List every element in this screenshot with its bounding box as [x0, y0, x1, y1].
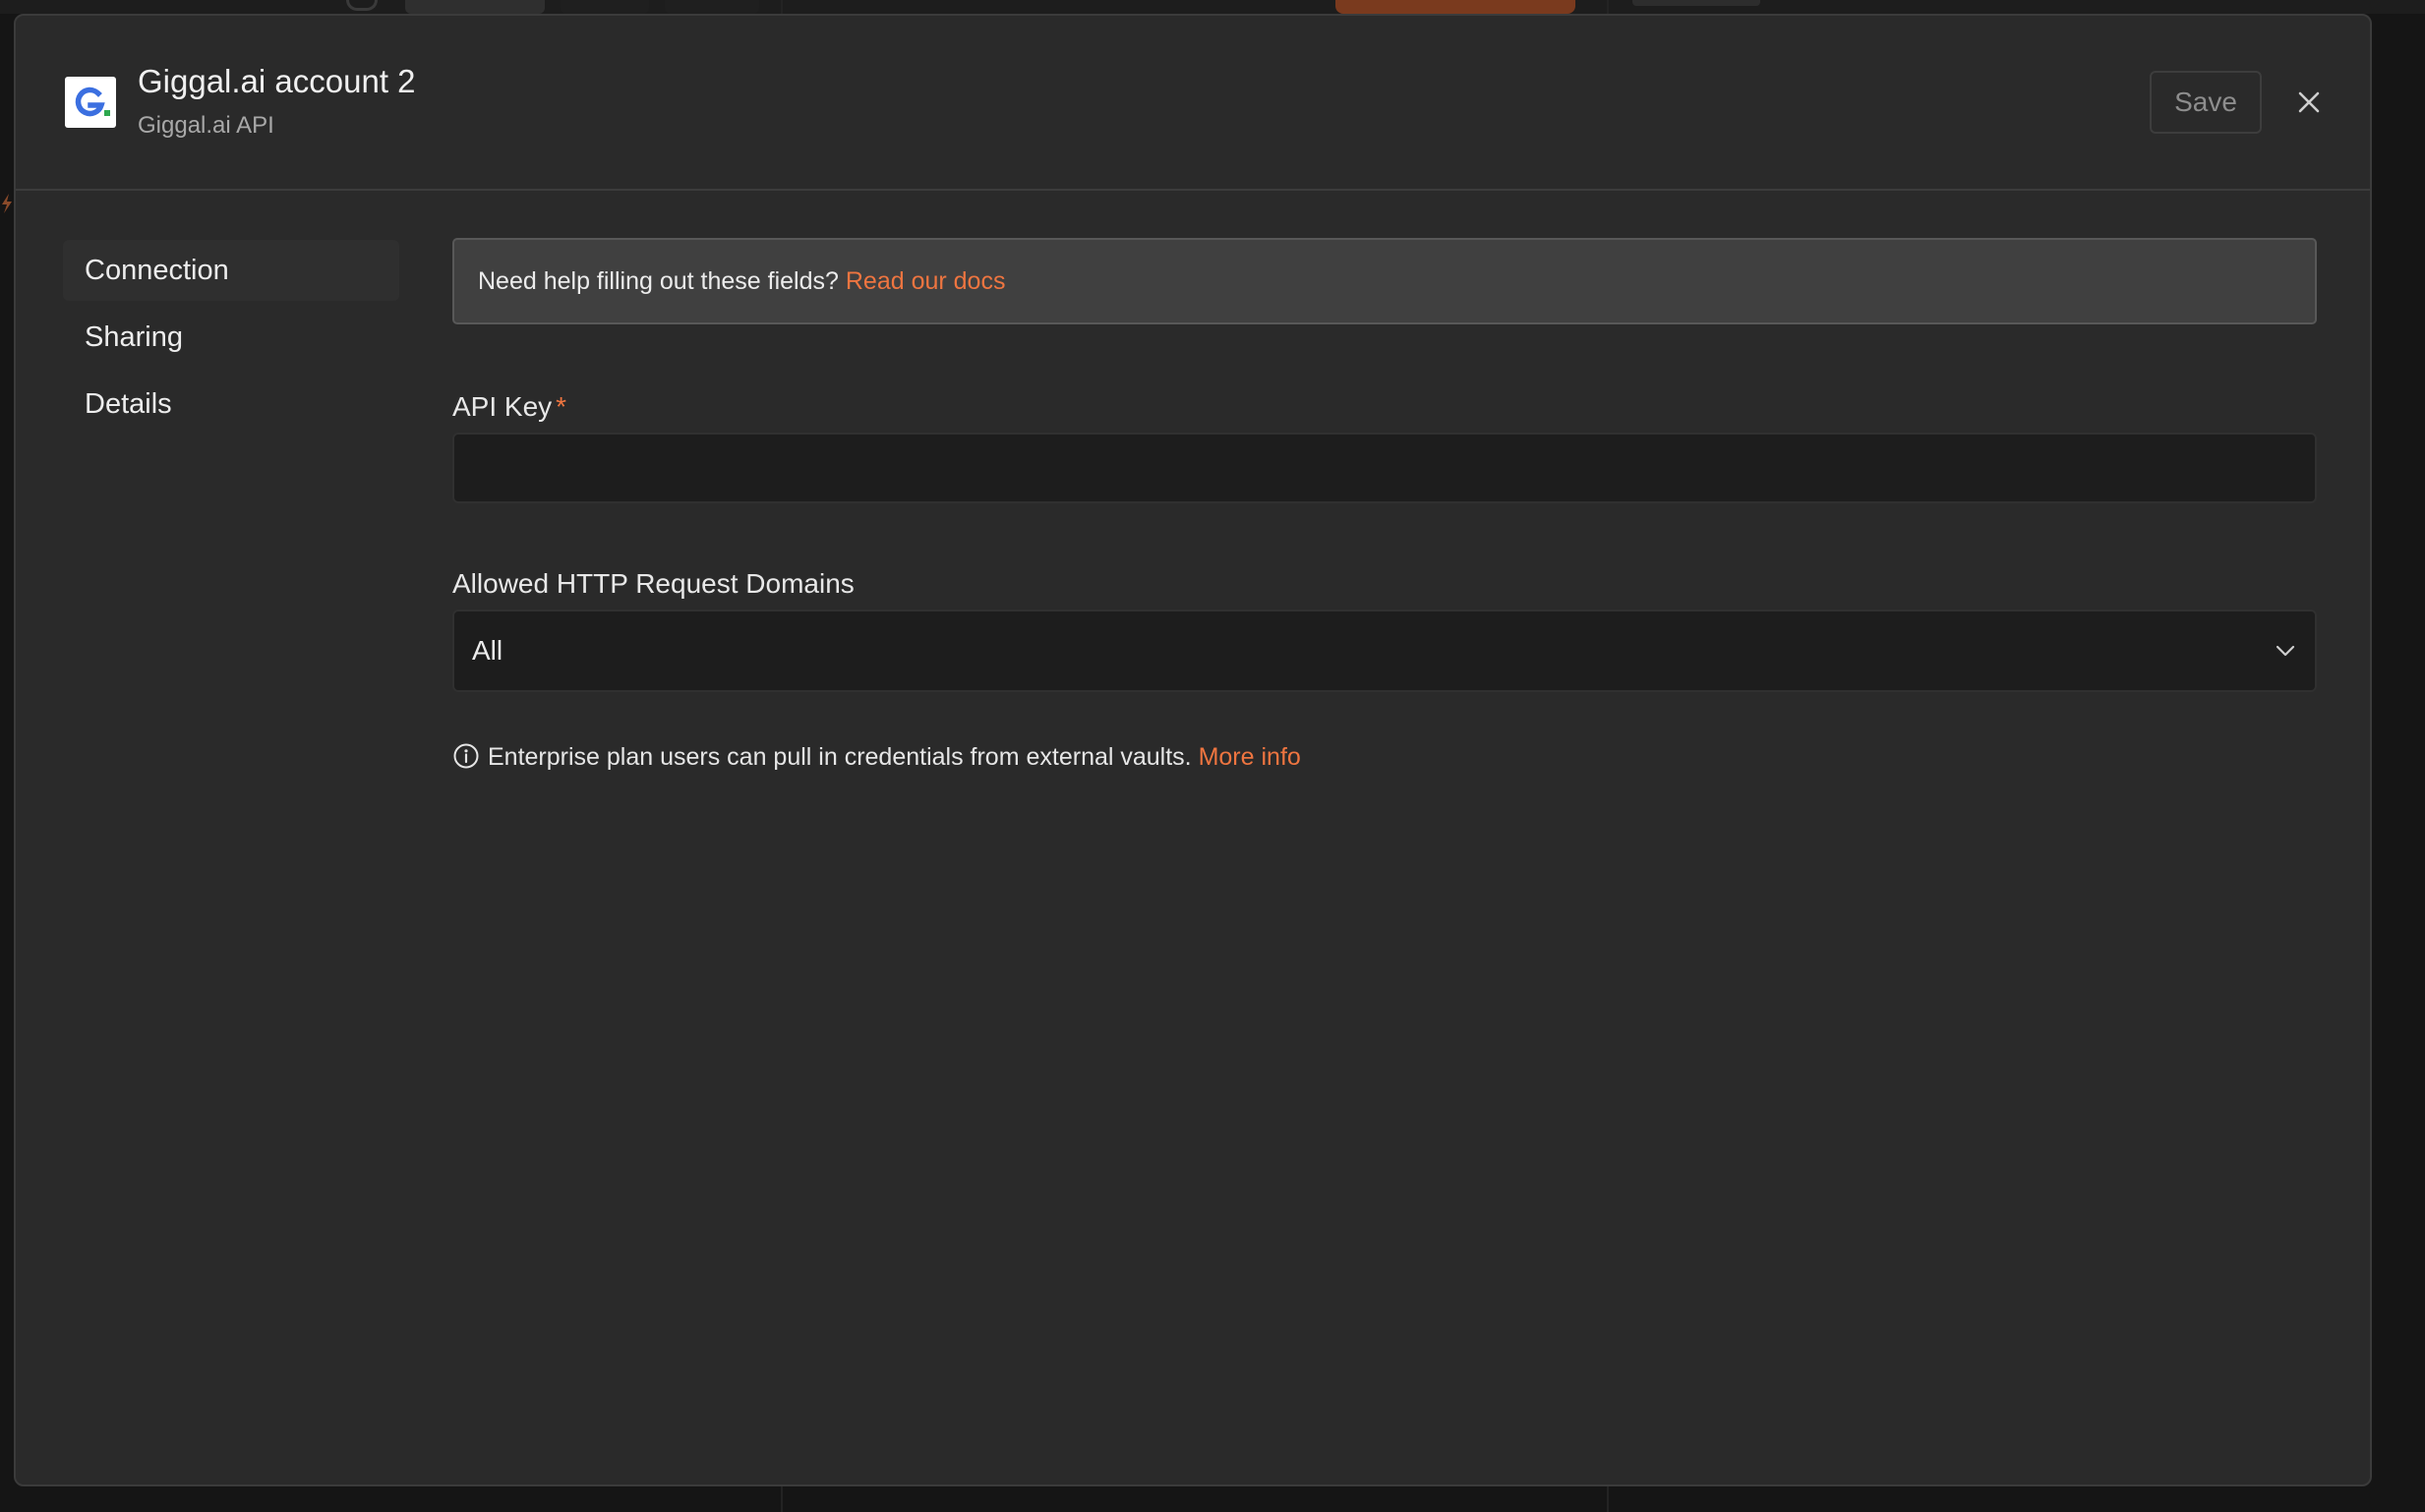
background-tab [665, 0, 759, 14]
background-output-label [1632, 0, 1760, 6]
required-marker: * [556, 391, 567, 422]
sidebar-item-details[interactable]: Details [63, 374, 399, 435]
background-search-icon [346, 0, 378, 11]
read-docs-link[interactable]: Read our docs [846, 267, 1006, 295]
more-info-link[interactable]: More info [1199, 743, 1301, 771]
enterprise-info: Enterprise plan users can pull in creden… [452, 739, 1301, 775]
close-icon [2291, 85, 2327, 120]
giggal-logo-icon [65, 77, 116, 128]
background-tab [405, 0, 545, 14]
close-button[interactable] [2291, 85, 2327, 120]
chevron-down-icon [2272, 637, 2299, 665]
api-key-input[interactable] [452, 433, 2317, 503]
allowed-domains-value: All [472, 635, 503, 666]
modal-header: Giggal.ai account 2 Giggal.ai API Save [16, 16, 2370, 191]
allowed-domains-label: Allowed HTTP Request Domains [452, 568, 855, 599]
background-tab [561, 0, 649, 14]
info-icon [452, 742, 480, 770]
sidebar-item-sharing[interactable]: Sharing [63, 307, 399, 368]
credential-title: Giggal.ai account 2 [138, 63, 416, 99]
background-bolt-icon [0, 193, 14, 214]
sidebar-item-label: Connection [85, 255, 229, 286]
help-notice: Need help filling out these fields? Read… [452, 238, 2317, 324]
enterprise-info-text: Enterprise plan users can pull in creden… [488, 743, 1199, 771]
sidebar-item-label: Details [85, 388, 172, 420]
sidebar-item-connection[interactable]: Connection [63, 240, 399, 301]
api-key-label-text: API Key [452, 391, 553, 422]
help-text: Need help filling out these fields? [478, 267, 846, 295]
allowed-domains-select[interactable]: All [452, 610, 2317, 692]
credential-modal: Giggal.ai account 2 Giggal.ai API Save C… [14, 14, 2372, 1486]
background-toolbar [0, 0, 2425, 14]
background-text-fragment [0, 126, 12, 147]
sidebar-item-label: Sharing [85, 321, 183, 353]
api-key-label: API Key * [452, 391, 566, 423]
background-accent-button [1335, 0, 1575, 14]
save-button[interactable]: Save [2150, 71, 2262, 134]
credential-type-subtitle: Giggal.ai API [138, 112, 274, 139]
